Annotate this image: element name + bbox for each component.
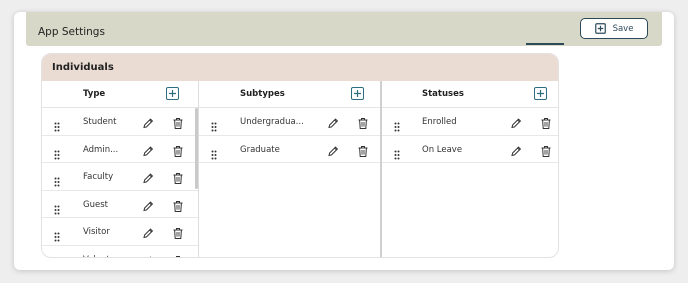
list-item[interactable]: Student <box>42 108 198 136</box>
list-item-label: On Leave <box>422 144 463 155</box>
list-item-label: Volunt... <box>83 255 118 258</box>
subtypes-header-label: Subtypes <box>240 89 285 99</box>
trash-icon[interactable] <box>172 143 184 157</box>
pencil-icon[interactable] <box>327 143 339 156</box>
add-subtypes-button[interactable] <box>351 87 364 100</box>
subtypes-column-header: Subtypes <box>199 81 380 108</box>
drag-handle-icon[interactable] <box>394 117 400 132</box>
plus-icon <box>537 90 544 97</box>
plus-box-icon <box>594 23 606 34</box>
list-item-label: Guest <box>83 199 108 210</box>
list-item[interactable]: Faculty <box>42 163 198 191</box>
page-title: App Settings <box>38 26 105 38</box>
pencil-icon[interactable] <box>142 198 154 211</box>
trash-icon[interactable] <box>172 225 184 239</box>
pencil-icon[interactable] <box>142 225 154 239</box>
type-list: Student Admin... Faculty Guest Visitor Volunt… <box>42 108 198 258</box>
trash-icon[interactable] <box>172 170 184 184</box>
individuals-panel: Individuals Type Student Admin... Faculty Gu… <box>41 53 559 258</box>
plus-icon <box>354 90 361 97</box>
save-button-label: Save <box>612 23 634 34</box>
pencil-icon[interactable] <box>142 115 154 129</box>
type-header-label: Type <box>83 89 106 99</box>
statuses-column: Statuses Enrolled On Leave <box>380 81 558 257</box>
save-button[interactable]: Save <box>580 18 648 39</box>
drag-handle-icon[interactable] <box>394 145 400 159</box>
drag-handle-icon[interactable] <box>54 145 60 159</box>
panel-title: Individuals <box>52 62 114 73</box>
type-column-header: Type <box>42 81 198 108</box>
pencil-icon[interactable] <box>142 253 154 257</box>
list-item-label: Graduate <box>240 144 280 155</box>
list-item-label: Enrolled <box>422 117 457 127</box>
pencil-icon[interactable] <box>327 115 339 129</box>
drag-handle-icon[interactable] <box>54 255 60 258</box>
drag-handle-icon[interactable] <box>54 117 60 132</box>
pencil-icon[interactable] <box>510 115 522 129</box>
app-window: App Settings Save Individuals Type Studen… <box>14 12 674 270</box>
pencil-icon[interactable] <box>142 143 154 156</box>
subtypes-column: Subtypes Undergradua... Graduate <box>198 81 380 257</box>
list-item-label: Student <box>83 117 117 127</box>
plus-icon <box>169 90 176 97</box>
trash-icon[interactable] <box>357 115 369 129</box>
trash-icon[interactable] <box>172 115 184 129</box>
trash-icon[interactable] <box>357 143 369 157</box>
drag-handle-icon[interactable] <box>211 117 217 132</box>
trash-icon[interactable] <box>172 198 184 212</box>
list-item[interactable]: Enrolled <box>382 108 558 136</box>
list-item[interactable]: Graduate <box>199 136 380 163</box>
list-item[interactable]: Guest <box>42 191 198 218</box>
drag-handle-icon[interactable] <box>211 145 217 159</box>
statuses-list: Enrolled On Leave <box>382 108 558 257</box>
drag-handle-icon[interactable] <box>54 200 60 214</box>
list-item-label: Undergradua... <box>240 117 304 127</box>
statuses-column-header: Statuses <box>382 81 558 108</box>
settings-header-bar <box>26 12 662 46</box>
list-item[interactable]: On Leave <box>382 136 558 163</box>
trash-icon[interactable] <box>540 115 552 129</box>
pencil-icon[interactable] <box>510 143 522 156</box>
list-item-label: Admin... <box>83 144 119 155</box>
drag-handle-icon[interactable] <box>54 227 60 242</box>
add-type-button[interactable] <box>166 87 179 100</box>
statuses-header-label: Statuses <box>422 89 464 99</box>
list-item[interactable]: Admin... <box>42 136 198 163</box>
drag-handle-icon[interactable] <box>54 172 60 187</box>
type-column: Type Student Admin... Faculty Guest Visitor Vo… <box>42 81 198 257</box>
pencil-icon[interactable] <box>142 170 154 184</box>
trash-icon[interactable] <box>540 143 552 157</box>
add-statuses-button[interactable] <box>534 87 547 100</box>
active-tab-indicator <box>526 43 564 45</box>
subtypes-list: Undergradua... Graduate <box>199 108 380 257</box>
list-item[interactable]: Visitor <box>42 218 198 246</box>
list-item[interactable]: Volunt... <box>42 246 198 258</box>
list-item-label: Faculty <box>83 172 114 182</box>
list-item[interactable]: Undergradua... <box>199 108 380 136</box>
list-item-label: Visitor <box>83 227 110 237</box>
trash-icon[interactable] <box>172 253 184 257</box>
panel-header: Individuals <box>42 54 558 81</box>
